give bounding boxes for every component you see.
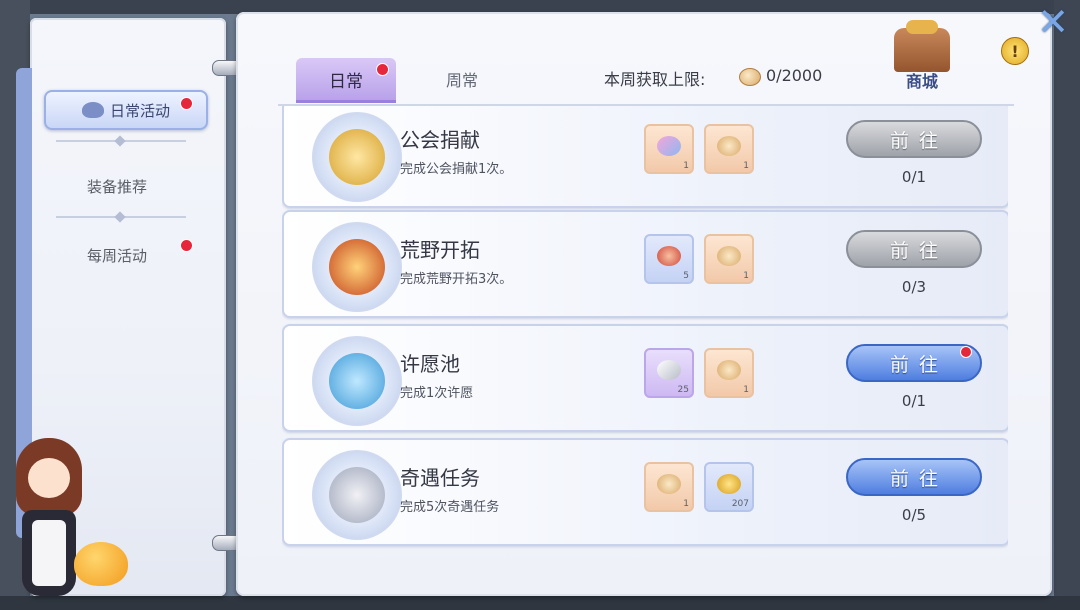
sidebar-item-label: 装备推荐	[86, 177, 147, 196]
go-button-badge	[960, 346, 972, 358]
divider	[56, 140, 186, 142]
shop-label: 商城	[905, 72, 938, 91]
task-desc: 完成1次许愿	[400, 386, 474, 401]
weekly-limit-label: 本周获取上限:	[604, 70, 706, 89]
tab-weekly[interactable]: 周常	[430, 66, 494, 92]
reward-qty: 1	[743, 161, 749, 171]
temple-emblem-icon	[312, 450, 402, 540]
gold-coin-icon	[717, 474, 741, 494]
task-desc: 完成5次奇遇任务	[400, 500, 500, 515]
sidebar-item-label: 日常活动	[109, 101, 170, 120]
task-progress: 0/3	[901, 278, 927, 296]
sidebar-daily-badge	[180, 97, 193, 110]
coin-icon	[717, 246, 741, 266]
coin-icon	[739, 68, 761, 86]
task-desc: 完成荒野开拓3次。	[400, 272, 513, 287]
coin-icon	[717, 136, 741, 156]
task-row-wishing-pool: 许愿池 完成1次许愿 25 1 前往 0/1	[282, 324, 1008, 432]
sidebar-item-label: 每周活动	[86, 246, 147, 265]
divider	[56, 216, 186, 218]
emblem-core	[329, 239, 385, 295]
winged-shoe-icon	[81, 102, 104, 118]
reward-qty: 1	[743, 271, 749, 281]
reward-coin-item[interactable]: 1	[704, 234, 754, 284]
reward-coin-item[interactable]: 1	[644, 462, 694, 512]
reward-gold-coin-item[interactable]: 207	[704, 462, 754, 512]
go-button[interactable]: 前往	[846, 458, 982, 496]
weekly-limit-value: 0/2000	[766, 66, 823, 85]
task-progress: 0/5	[901, 506, 927, 524]
ticket-icon	[657, 136, 681, 156]
tab-daily-badge	[376, 63, 389, 76]
gem-icon	[657, 360, 681, 380]
task-progress: 0/1	[901, 392, 927, 410]
poring-pet-image	[74, 542, 128, 586]
task-row-wilderness: 荒野开拓 完成荒野开拓3次。 5 1 前往 0/3	[282, 210, 1008, 318]
reward-qty: 5	[683, 271, 689, 281]
task-title: 奇遇任务	[400, 466, 480, 490]
tab-label: 周常	[445, 71, 478, 90]
potion-icon	[657, 246, 681, 266]
reward-qty: 207	[731, 499, 749, 509]
shop-house-icon	[894, 20, 950, 72]
shop-button[interactable]: 商城	[884, 20, 960, 92]
go-button[interactable]: 前往	[846, 230, 982, 268]
alert-icon[interactable]: !	[1001, 37, 1029, 65]
horn-emblem-icon	[312, 222, 402, 312]
background-bottom	[0, 596, 1080, 610]
sidebar-item-equipment-recommend[interactable]: 装备推荐	[32, 166, 202, 206]
coin-icon	[657, 474, 681, 494]
reward-qty: 25	[677, 385, 689, 395]
reward-qty: 1	[683, 161, 689, 171]
go-button[interactable]: 前往	[846, 120, 982, 158]
reward-qty: 1	[683, 499, 689, 509]
task-list[interactable]: 公会捐献 完成公会捐献1次。 1 1 前往 0/1 荒野开拓 完成荒野开拓3次。…	[282, 106, 1008, 550]
reward-potion-item[interactable]: 5	[644, 234, 694, 284]
mascot-apron	[32, 520, 66, 586]
coin-icon	[717, 360, 741, 380]
reward-coin-item[interactable]: 1	[704, 348, 754, 398]
task-row-guild-donation: 公会捐献 完成公会捐献1次。 1 1 前往 0/1	[282, 106, 1008, 208]
emblem-core	[329, 353, 385, 409]
close-button[interactable]: ✕	[1034, 3, 1072, 41]
sidebar-weekly-badge	[180, 239, 193, 252]
task-row-adventure: 奇遇任务 完成5次奇遇任务 1 207 前往 0/5	[282, 438, 1008, 546]
emblem-core	[329, 467, 385, 523]
reward-gem-item[interactable]: 25	[644, 348, 694, 398]
tab-label: 日常	[329, 71, 363, 92]
task-title: 荒野开拓	[400, 238, 480, 262]
background-right	[1054, 0, 1080, 610]
task-desc: 完成公会捐献1次。	[400, 162, 513, 177]
maid-mascot-image	[4, 430, 134, 605]
task-title: 公会捐献	[400, 128, 480, 152]
emblem-core	[329, 129, 385, 185]
task-title: 许愿池	[400, 352, 460, 376]
sidebar-item-weekly-activity[interactable]: 每周活动	[32, 235, 202, 275]
fountain-emblem-icon	[312, 336, 402, 426]
reward-coin-item[interactable]: 1	[704, 124, 754, 174]
mascot-face	[28, 458, 70, 498]
reward-ticket-item[interactable]: 1	[644, 124, 694, 174]
guild-emblem-icon	[312, 112, 402, 202]
reward-qty: 1	[743, 385, 749, 395]
task-progress: 0/1	[901, 168, 927, 186]
sidebar-item-daily-activity[interactable]: 日常活动	[44, 90, 208, 130]
